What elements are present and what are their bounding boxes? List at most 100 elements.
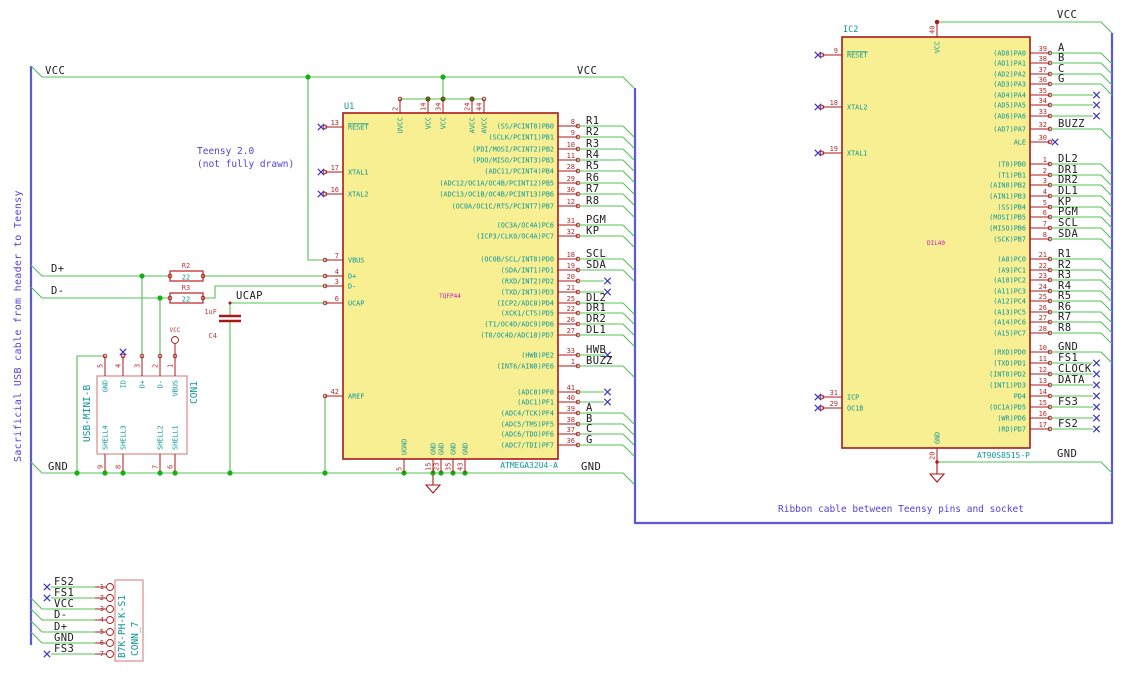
pin-name: XTAL1 xyxy=(847,149,867,157)
pin-name: (AIN1)PB3 xyxy=(989,192,1026,200)
teensy-note-line1: Teensy 2.0 xyxy=(197,146,254,157)
pin-name: OC1B xyxy=(847,404,863,412)
ucap-label[interactable]: UCAP xyxy=(236,290,263,302)
pin-number: 2 xyxy=(392,107,400,111)
pin-number: 33 xyxy=(1039,108,1047,116)
pin-number: 7 xyxy=(152,465,160,469)
pin-number: 3 xyxy=(100,605,104,613)
bus-entry xyxy=(1100,163,1113,176)
u1-value[interactable]: ATMEGA32U4-A xyxy=(500,461,558,470)
u1-body[interactable] xyxy=(342,112,559,460)
c4-value[interactable]: 1uF xyxy=(204,308,217,316)
pin-number: 34 xyxy=(435,103,443,111)
bus-entry xyxy=(1100,83,1113,96)
net-label[interactable]: DATA xyxy=(1058,374,1085,386)
net-label[interactable]: R5 xyxy=(586,160,599,172)
bus-entry xyxy=(1100,321,1113,334)
pin-name: UVCC xyxy=(397,117,405,133)
net-label[interactable]: BUZZ xyxy=(1058,118,1085,130)
pin-number: 15 xyxy=(425,463,433,471)
r2-ref[interactable]: R2 xyxy=(182,262,190,270)
dplus-label[interactable]: D+ xyxy=(51,263,64,275)
r3-ref[interactable]: R3 xyxy=(182,284,190,292)
gnd-label-left[interactable]: GND xyxy=(48,461,68,473)
r3-value[interactable]: 22 xyxy=(182,296,190,304)
pin-name: GND xyxy=(934,432,942,444)
pin-number: 5 xyxy=(97,364,105,368)
pin-name: GND xyxy=(438,443,446,455)
pin-number: 29 xyxy=(567,175,575,183)
sacrificial-note: Sacrificial USB cable from header to Tee… xyxy=(13,190,24,462)
con1-ref[interactable]: CON1 xyxy=(189,381,200,404)
conn7-ref[interactable]: CONN_7 xyxy=(130,622,141,656)
ic2-package: DIL40 xyxy=(927,240,945,247)
pin-number: 23 xyxy=(433,463,441,471)
pin-name: (A11)PC3 xyxy=(993,287,1026,295)
pin-name: (AD2)PA2 xyxy=(993,70,1026,78)
net-label[interactable]: G xyxy=(586,434,593,446)
net-label[interactable]: R8 xyxy=(586,195,599,207)
pin-name: SHELL1 xyxy=(172,425,180,450)
bus-entry xyxy=(1100,216,1113,229)
pin-number: 28 xyxy=(1039,325,1047,333)
pin-name: (ICP2/ADC8)PD4 xyxy=(497,299,554,307)
pin-number: 30 xyxy=(1039,134,1047,142)
net-label[interactable]: D- xyxy=(54,609,67,621)
pin-name: (INT6/AIN0)PE6 xyxy=(497,362,554,370)
pin-name: SHELL3 xyxy=(120,425,128,450)
con1-value[interactable]: USB-MINI-B xyxy=(82,385,93,442)
net-label[interactable]: FS3 xyxy=(1058,396,1078,408)
dminus-label[interactable]: D- xyxy=(51,285,64,297)
r2-value[interactable]: 22 xyxy=(182,274,190,282)
pin-number: 5 xyxy=(1043,199,1047,207)
net-label[interactable]: FS3 xyxy=(54,643,74,655)
net-label[interactable]: FS2 xyxy=(1058,418,1078,430)
bus-entry xyxy=(1100,206,1113,219)
pin-name: (AD7)PA7 xyxy=(993,125,1026,133)
bus-entry xyxy=(622,170,635,183)
u1-ref[interactable]: U1 xyxy=(344,102,354,112)
ic2-value[interactable]: AT90S8515-P xyxy=(977,451,1030,460)
bus-entry xyxy=(1100,227,1113,240)
vcc-label-left[interactable]: VCC xyxy=(45,65,65,77)
pin-number: 9 xyxy=(97,465,105,469)
pin-name: (A8)PC0 xyxy=(997,255,1026,263)
net-label[interactable]: KP xyxy=(586,225,599,237)
ic2-ref[interactable]: IC2 xyxy=(843,25,858,35)
c4-ref[interactable]: C4 xyxy=(209,332,217,340)
pin-number: 14 xyxy=(420,103,428,111)
net-label[interactable]: R2 xyxy=(586,126,599,138)
pin-name: (ADC6/TDO)PF6 xyxy=(501,430,554,438)
c4-body[interactable] xyxy=(219,314,241,323)
pin-number: 40 xyxy=(567,394,575,402)
net-label[interactable]: R7 xyxy=(586,183,599,195)
vcc-label-u1[interactable]: VCC xyxy=(577,65,597,77)
net-label[interactable]: G xyxy=(1058,73,1065,85)
net-label[interactable]: SDA xyxy=(586,259,606,271)
pin-number: 26 xyxy=(1039,304,1047,312)
pin-number: 11 xyxy=(567,152,575,160)
net-label[interactable]: R8 xyxy=(1058,322,1071,334)
pin-name: AREF xyxy=(348,392,364,400)
pin-number: 27 xyxy=(567,327,575,335)
pin-name: (MISO)PB6 xyxy=(989,224,1026,232)
pin-name: (TXD/INT3)PD3 xyxy=(501,288,554,296)
net-label[interactable]: DL1 xyxy=(586,324,606,336)
pin-name: (HWB)PE2 xyxy=(521,351,554,359)
bus-entry xyxy=(622,423,635,436)
pin-name: XTAL2 xyxy=(348,190,368,198)
net-label[interactable]: BUZZ xyxy=(586,355,613,367)
gnd-symbol-u1 xyxy=(424,473,442,494)
gnd-label-ic2[interactable]: GND xyxy=(1057,448,1077,460)
bus-entry xyxy=(1100,300,1113,313)
pin-number: 21 xyxy=(1039,251,1047,259)
pin-number: 4 xyxy=(100,616,104,624)
pin-number: 6 xyxy=(167,465,175,469)
pin-number: 17 xyxy=(331,164,339,172)
net-label[interactable]: SDA xyxy=(1058,228,1078,240)
conn7-value[interactable]: B7K-PH-K-S1 xyxy=(117,595,128,658)
gnd-label-u1[interactable]: GND xyxy=(581,461,601,473)
pin-name: UCAP xyxy=(348,299,364,307)
bus-entry xyxy=(622,125,635,138)
vcc-label-ic2[interactable]: VCC xyxy=(1057,9,1077,21)
